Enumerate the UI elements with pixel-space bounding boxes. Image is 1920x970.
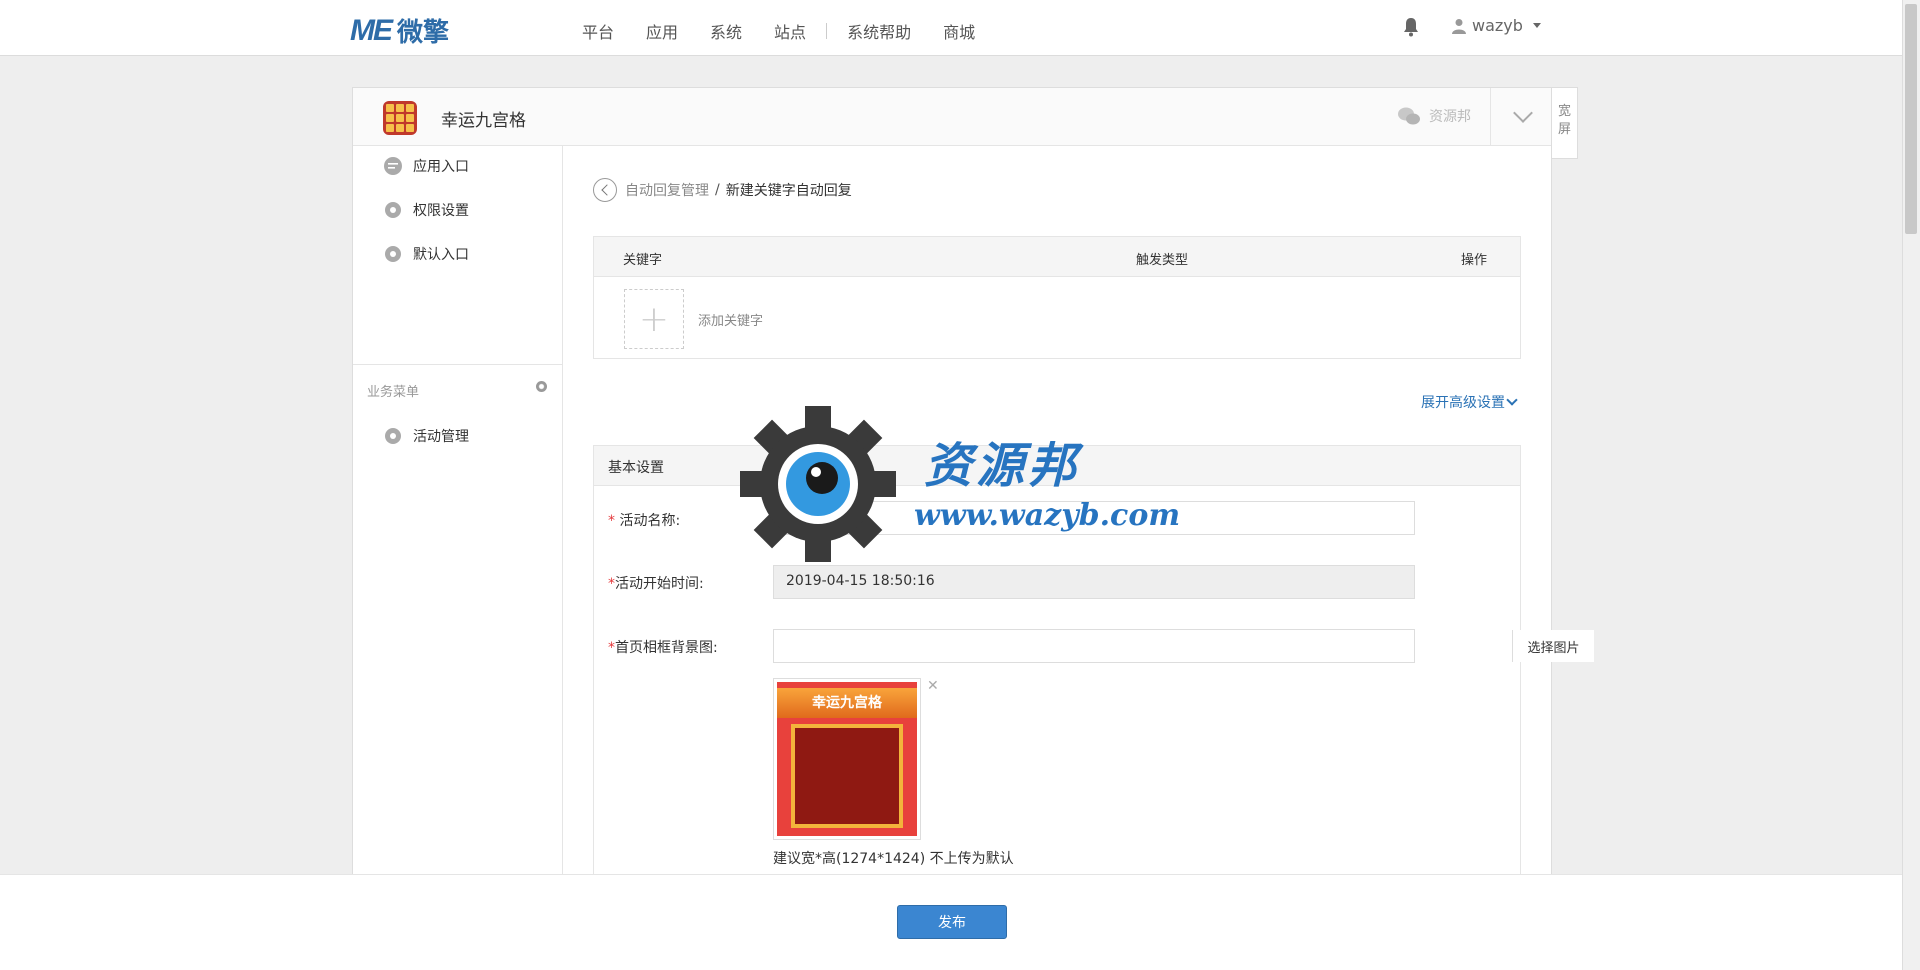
watermark-url: www.wazyb.com	[914, 498, 1181, 533]
watermark-gear-logo	[740, 406, 896, 562]
sidebar-item-label: 活动管理	[413, 429, 469, 445]
nav-help[interactable]: 系统帮助	[847, 19, 911, 43]
back-icon[interactable]	[593, 178, 617, 202]
sidebar-item-activity[interactable]: 活动管理	[383, 426, 469, 446]
breadcrumb-current: 新建关键字自动回复	[725, 183, 852, 199]
sidebar-divider	[353, 364, 563, 365]
chevron-down-icon	[1506, 394, 1518, 406]
top-navbar: ME 微擎 平台 应用 系统 站点 系统帮助 商城 wazyb	[0, 0, 1902, 56]
settings-gear-icon[interactable]	[536, 381, 547, 392]
watermark: 资源邦 www.wazyb.com	[736, 406, 1196, 562]
gear-icon	[385, 428, 401, 444]
header-divider	[1490, 88, 1491, 146]
sidebar-item-label: 默认入口	[413, 247, 469, 263]
gear-icon	[385, 202, 401, 218]
nav-platform[interactable]: 平台	[582, 19, 614, 43]
nav-apps[interactable]: 应用	[646, 19, 678, 43]
user-icon	[1452, 18, 1466, 34]
breadcrumb-separator: /	[715, 182, 720, 198]
sidebar-item-label: 权限设置	[413, 203, 469, 219]
publish-button[interactable]: 发布	[897, 905, 1007, 939]
background-image-label: *首页相框背景图:	[608, 640, 718, 656]
nav-system[interactable]: 系统	[710, 19, 742, 43]
logo[interactable]: ME 微擎	[350, 12, 449, 49]
preview-banner: 幸运九宫格	[777, 688, 917, 718]
activity-name-label: * 活动名称:	[608, 513, 681, 529]
sidebar: 应用入口 权限设置 默认入口 业务菜单 活动管理	[353, 146, 563, 888]
column-trigger-type: 触发类型	[1136, 253, 1189, 268]
account-switcher[interactable]: 资源邦	[1397, 106, 1471, 126]
start-time-input[interactable]: 2019-04-15 18:50:16	[773, 565, 1415, 599]
breadcrumb: 自动回复管理 / 新建关键字自动回复	[593, 178, 852, 202]
watermark-text: 资源邦	[924, 438, 1081, 494]
sidebar-item-label: 应用入口	[413, 159, 469, 175]
sidebar-group-label: 业务菜单	[367, 385, 420, 400]
breadcrumb-parent[interactable]: 自动回复管理	[625, 180, 709, 200]
image-size-hint: 建议宽*高(1274*1424) 不上传为默认	[773, 851, 1014, 867]
chevron-down-icon[interactable]	[1513, 103, 1533, 123]
bell-icon[interactable]	[1402, 17, 1420, 37]
start-time-label: *活动开始时间:	[608, 576, 704, 592]
preview-frame	[791, 724, 903, 828]
sidebar-item-entry[interactable]: 应用入口	[383, 156, 469, 176]
account-name: 资源邦	[1429, 109, 1471, 125]
nav-site[interactable]: 站点	[774, 19, 806, 43]
keyword-table: 关键字 触发类型 操作 + 添加关键字	[593, 236, 1521, 359]
add-keyword-label[interactable]: 添加关键字	[698, 310, 763, 329]
main-nav: 平台 应用 系统 站点 系统帮助 商城	[582, 19, 1007, 43]
gear-icon	[385, 246, 401, 262]
sidebar-item-permissions[interactable]: 权限设置	[383, 200, 469, 220]
remove-image-icon[interactable]: ✕	[927, 678, 939, 694]
sidebar-item-default-entry[interactable]: 默认入口	[383, 244, 469, 264]
scrollbar-thumb[interactable]	[1905, 4, 1917, 234]
bottom-action-bar: 发布	[0, 874, 1902, 970]
column-keyword: 关键字	[623, 253, 663, 268]
panel-header: 幸运九宫格 资源邦	[353, 88, 1551, 146]
section-title-text: 基本设置	[608, 460, 664, 476]
wide-screen-toggle[interactable]: 宽屏	[1551, 87, 1578, 159]
logo-text: 微擎	[397, 18, 450, 48]
username: wazyb	[1472, 16, 1523, 35]
preview-image: 幸运九宫格	[777, 682, 917, 836]
wechat-icon	[1398, 107, 1420, 125]
keyword-table-header: 关键字 触发类型 操作	[594, 237, 1520, 277]
advanced-settings-label: 展开高级设置	[1421, 395, 1505, 411]
background-image-input[interactable]: 选择图片	[773, 629, 1594, 663]
background-image-preview: 幸运九宫格	[773, 678, 921, 840]
app-title: 幸运九宫格	[441, 111, 526, 131]
app-icon	[383, 101, 417, 135]
nav-store[interactable]: 商城	[943, 19, 975, 43]
advanced-settings-toggle[interactable]: 展开高级设置	[1421, 392, 1518, 412]
select-image-button[interactable]: 选择图片	[1512, 630, 1594, 662]
nav-divider	[826, 23, 828, 39]
caret-down-icon	[1532, 23, 1541, 28]
add-keyword-button[interactable]: +	[624, 289, 684, 349]
user-menu[interactable]: wazyb	[1452, 16, 1541, 35]
chat-icon	[384, 157, 402, 175]
logo-mark: ME	[350, 13, 393, 47]
column-actions: 操作	[1461, 253, 1488, 268]
